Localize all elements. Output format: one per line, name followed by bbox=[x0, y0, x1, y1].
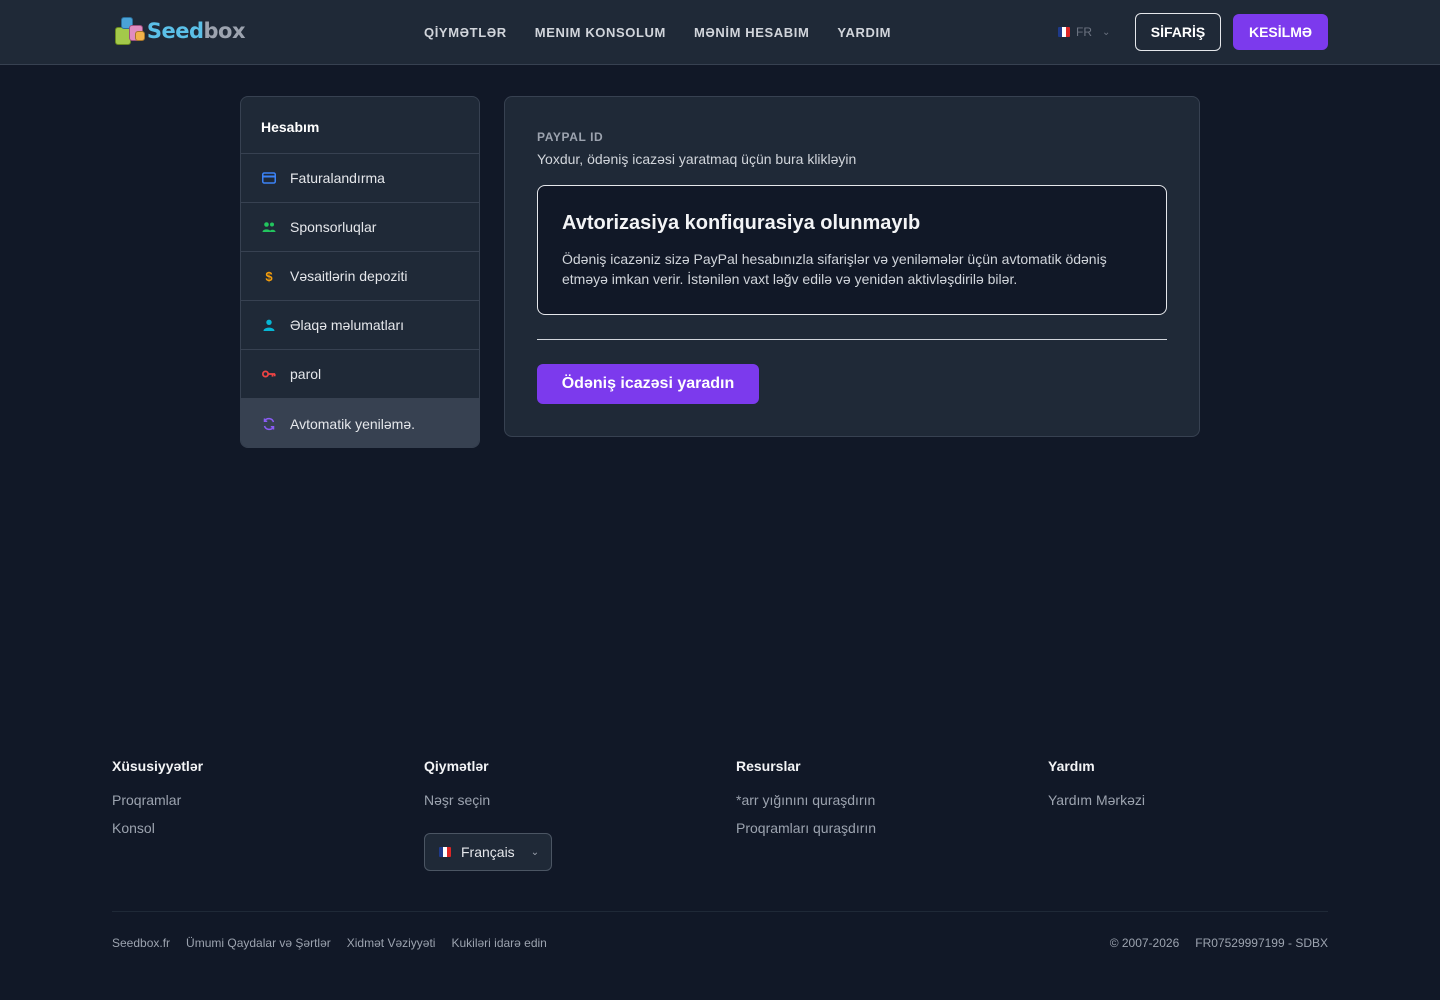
sidebar-item-sponsorships[interactable]: Sponsorluqlar bbox=[241, 203, 479, 252]
logo-text: Seedbox bbox=[146, 19, 246, 43]
footer-link-help-center[interactable]: Yardım Mərkəzi bbox=[1048, 792, 1145, 810]
footer-heading: Xüsusiyyətlər bbox=[112, 758, 204, 774]
logo-mark-icon bbox=[113, 15, 146, 47]
paypal-id-label: PAYPAL ID bbox=[537, 130, 604, 144]
nav-account[interactable]: MƏNİM HESABIM bbox=[694, 25, 809, 40]
footer-language-select[interactable]: Français ⌄ bbox=[424, 833, 552, 871]
paypal-id-value-link[interactable]: Yoxdur, ödəniş icazəsi yaratmaq üçün bur… bbox=[537, 151, 856, 167]
language-switcher[interactable]: FR ⌄ bbox=[1058, 22, 1110, 42]
key-icon bbox=[262, 367, 276, 381]
nav-prices[interactable]: QİYMƏTLƏR bbox=[424, 25, 507, 40]
authorization-notice: Avtorizasiya konfiqurasiya olunmayıb Ödə… bbox=[537, 185, 1167, 315]
main-nav: QİYMƏTLƏR MENIM KONSOLUM MƏNİM HESABIM Y… bbox=[424, 0, 891, 64]
seedbox-logo[interactable]: Seedbox bbox=[113, 15, 245, 47]
account-sidebar: Hesabım Faturalandırma Sponsorluqlar $ V… bbox=[240, 96, 480, 448]
chevron-down-icon: ⌄ bbox=[1102, 26, 1111, 38]
dollar-icon: $ bbox=[265, 268, 273, 284]
company-id-text: FR07529997199 - SDBX bbox=[1195, 936, 1328, 950]
nav-help[interactable]: YARDIM bbox=[837, 25, 891, 40]
sidebar-title: Hesabım bbox=[241, 97, 479, 154]
sidebar-item-label: Avtomatik yeniləmə. bbox=[290, 415, 416, 432]
footer-link-cookies[interactable]: Kukiləri idarə edin bbox=[451, 936, 546, 950]
footer-link-status[interactable]: Xidmət Vəziyyəti bbox=[347, 936, 436, 950]
sidebar-item-auto-renewal[interactable]: Avtomatik yeniləmə. bbox=[241, 399, 479, 447]
nav-console[interactable]: MENIM KONSOLUM bbox=[535, 25, 666, 40]
footer-heading: Yardım bbox=[1048, 758, 1095, 774]
footer-link-console[interactable]: Konsol bbox=[112, 820, 203, 838]
copyright-text: © 2007-2026 bbox=[1109, 936, 1180, 950]
create-authorization-button[interactable]: Ödəniş icazəsi yaradın bbox=[537, 364, 759, 404]
credit-card-icon bbox=[262, 171, 276, 185]
sidebar-item-deposit[interactable]: $ Vəsaitlərin depoziti bbox=[241, 252, 479, 301]
footer-link-choose-edition[interactable]: Nəşr seçin bbox=[424, 792, 490, 810]
footer-link-install-apps[interactable]: Proqramları quraşdırın bbox=[736, 820, 876, 838]
sidebar-item-label: Faturalandırma bbox=[290, 170, 385, 186]
footer-link-terms[interactable]: Ümumi Qaydalar və Şərtlər bbox=[186, 936, 331, 950]
notice-text: Ödəniş icazəniz sizə PayPal hesabınızla … bbox=[562, 251, 1107, 287]
logo-text-box: box bbox=[203, 19, 245, 43]
sidebar-item-password[interactable]: parol bbox=[241, 350, 479, 399]
footer-heading: Resurslar bbox=[736, 758, 801, 774]
language-code: FR bbox=[1076, 25, 1092, 39]
chevron-down-icon: ⌄ bbox=[530, 846, 540, 858]
footer-col-features: Xüsusiyyətlər Proqramlar Konsol bbox=[112, 758, 203, 848]
auto-renewal-panel: PAYPAL ID Yoxdur, ödəniş icazəsi yaratma… bbox=[504, 96, 1200, 437]
logout-button[interactable]: KESİLMƏ bbox=[1233, 14, 1328, 50]
sidebar-item-billing[interactable]: Faturalandırma bbox=[241, 154, 479, 203]
notice-title: Avtorizasiya konfiqurasiya olunmayıb bbox=[562, 212, 921, 234]
france-flag-icon bbox=[1058, 27, 1070, 37]
footer-legal: © 2007-2026 FR07529997199 - SDBX bbox=[1110, 936, 1328, 950]
footer-divider bbox=[112, 911, 1328, 912]
footer-col-prices: Qiymətlər Nəşr seçin bbox=[424, 758, 490, 820]
top-header: Seedbox QİYMƏTLƏR MENIM KONSOLUM MƏNİM H… bbox=[0, 0, 1440, 65]
sidebar-item-contact[interactable]: Əlaqə məlumatları bbox=[241, 301, 479, 350]
footer-bottom-links: Seedbox.fr Ümumi Qaydalar və Şərtlər Xid… bbox=[112, 936, 547, 950]
divider bbox=[537, 339, 1167, 340]
refresh-icon bbox=[262, 417, 276, 431]
france-flag-icon bbox=[439, 847, 451, 857]
user-icon bbox=[262, 318, 276, 332]
sidebar-item-label: Əlaqə məlumatları bbox=[290, 317, 405, 333]
footer-link-seedbox[interactable]: Seedbox.fr bbox=[112, 936, 170, 950]
order-button[interactable]: SİFARİŞ bbox=[1135, 13, 1221, 51]
footer-link-apps[interactable]: Proqramlar bbox=[112, 792, 203, 810]
footer-heading: Qiymətlər bbox=[424, 758, 489, 774]
sidebar-item-label: Sponsorluqlar bbox=[290, 219, 377, 235]
sidebar-item-label: parol bbox=[290, 366, 322, 382]
footer-link-arr-stack[interactable]: *arr yığınını quraşdırın bbox=[736, 792, 876, 810]
users-icon bbox=[262, 220, 276, 234]
language-select-value: Français bbox=[461, 844, 515, 860]
footer-col-resources: Resurslar *arr yığınını quraşdırın Proqr… bbox=[736, 758, 876, 848]
sidebar-item-label: Vəsaitlərin depoziti bbox=[290, 268, 408, 284]
logo-text-seed: Seed bbox=[146, 19, 204, 43]
footer-col-help: Yardım Yardım Mərkəzi bbox=[1048, 758, 1145, 820]
